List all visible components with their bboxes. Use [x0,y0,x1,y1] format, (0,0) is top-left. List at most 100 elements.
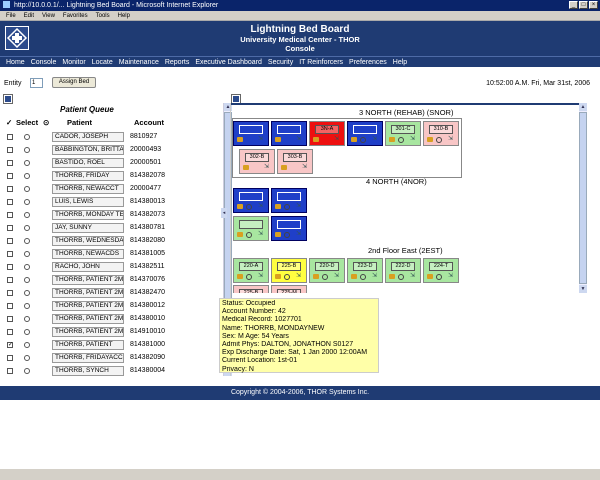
select-checkbox[interactable] [7,303,13,309]
select-checkbox[interactable] [7,212,13,218]
menu-edit[interactable]: Edit [24,11,34,20]
bed-tile[interactable]: 225-B⇲ [233,285,269,293]
select-radio[interactable] [24,290,30,296]
bed-tile[interactable]: 301-C ⇲ [385,121,421,146]
select-checkbox[interactable] [7,316,13,322]
bed-arrow-icon[interactable]: ⇲ [258,136,265,143]
select-checkbox[interactable] [7,251,13,257]
select-checkbox[interactable] [7,134,13,140]
bed-arrow-icon[interactable]: ⇲ [296,273,303,280]
patient-name-button[interactable]: BABBINGTON, BRITTANY [52,145,124,155]
patient-name-button[interactable]: LUIS, LEWIS [52,197,124,207]
close-icon[interactable]: × [589,1,598,9]
scroll-up-icon[interactable]: ▲ [579,103,587,111]
patient-name-button[interactable]: JAY, SUNNY [52,223,124,233]
bed-arrow-icon[interactable]: ⇲ [302,164,309,171]
patient-name-button[interactable]: THORRB, WEDNESDAY [52,236,124,246]
select-checkbox[interactable] [7,173,13,179]
select-radio[interactable] [24,329,30,335]
patient-name-button[interactable]: THORRB, PATIENT [52,340,124,350]
patient-name-button[interactable]: THORRB, PATIENT 2M [52,275,124,285]
select-radio[interactable] [24,303,30,309]
nav-monitor[interactable]: Monitor [59,59,88,66]
select-radio[interactable] [24,186,30,192]
patient-name-button[interactable]: RACHO, JOHN [52,262,124,272]
minimize-icon[interactable]: _ [569,1,578,9]
menu-tools[interactable]: Tools [96,11,110,20]
patient-name-button[interactable]: THORRB, PATIENT 2M [52,288,124,298]
select-checkbox[interactable] [7,290,13,296]
nav-maintenance[interactable]: Maintenance [116,59,162,66]
select-checkbox[interactable] [7,160,13,166]
bed-arrow-icon[interactable]: ⇲ [296,231,303,238]
bed-tile[interactable]: 302-B ⇲ [239,149,275,174]
nav-reports[interactable]: Reports [162,59,193,66]
expand-icon[interactable] [3,94,13,104]
select-radio[interactable] [24,199,30,205]
bed-tile[interactable]: ⇲ [233,188,269,213]
maximize-icon[interactable]: □ [579,1,588,9]
select-radio[interactable] [24,212,30,218]
bed-arrow-icon[interactable]: ⇲ [334,136,341,143]
patient-name-button[interactable]: THORRB, NEWACCT [52,184,124,194]
select-radio[interactable] [24,147,30,153]
select-checkbox[interactable]: ✓ [7,342,13,348]
bed-arrow-icon[interactable]: ⇲ [410,273,417,280]
nav-executive-dashboard[interactable]: Executive Dashboard [192,59,265,66]
bed-tile[interactable]: 224-T ⇲ [423,258,459,283]
bed-board-scrollbar[interactable]: ▲ ▼ [579,103,587,293]
bed-tile[interactable]: 225-B⇲ [271,258,307,283]
select-checkbox[interactable] [7,225,13,231]
bed-arrow-icon[interactable]: ⇲ [258,231,265,238]
bed-arrow-icon[interactable]: ⇲ [372,136,379,143]
bed-tile[interactable]: 3N-A ⇲ [309,121,345,146]
select-radio[interactable] [24,238,30,244]
bed-arrow-icon[interactable]: ⇲ [258,273,265,280]
scroll-thumb[interactable] [579,112,587,284]
bed-tile[interactable]: ⇲ [233,216,269,241]
bed-tile[interactable]: 222-D ⇲ [385,258,421,283]
menu-help[interactable]: Help [118,11,130,20]
bed-tile[interactable]: ⇲ [233,121,269,146]
bed-arrow-icon[interactable]: ⇲ [296,136,303,143]
nav-security[interactable]: Security [265,59,296,66]
assign-bed-button[interactable]: Assign Bed [52,77,96,88]
select-radio[interactable] [24,368,30,374]
bed-tile[interactable]: ⇲ [271,216,307,241]
patient-name-button[interactable]: THORRB, PATIENT 2M [52,327,124,337]
patient-name-button[interactable]: THORRB, MONDAY TEST [52,210,124,220]
select-radio[interactable] [24,160,30,166]
bed-tile[interactable]: ⇲ [347,121,383,146]
patient-name-button[interactable]: THORRB, FRIDAY [52,171,124,181]
nav-locate[interactable]: Locate [89,59,116,66]
select-radio[interactable] [24,316,30,322]
patient-name-button[interactable]: THORRB, PATIENT 2M [52,314,124,324]
select-checkbox[interactable] [7,199,13,205]
bed-arrow-icon[interactable]: ⇲ [296,203,303,210]
panel-splitter-handle[interactable]: ◂ [221,208,227,218]
select-checkbox[interactable] [7,277,13,283]
bed-tile[interactable]: 225-M⇲ [271,285,307,293]
menu-view[interactable]: View [42,11,55,20]
bed-arrow-icon[interactable]: ⇲ [448,136,455,143]
menu-favorites[interactable]: Favorites [63,11,88,20]
bed-tile[interactable]: 223-D ⇲ [347,258,383,283]
select-radio[interactable] [24,264,30,270]
scroll-down-icon[interactable]: ▼ [579,285,587,293]
select-checkbox[interactable] [7,238,13,244]
bed-arrow-icon[interactable]: ⇲ [448,273,455,280]
bed-arrow-icon[interactable]: ⇲ [258,203,265,210]
select-checkbox[interactable] [7,329,13,335]
menu-file[interactable]: File [6,11,16,20]
bed-tile[interactable]: ⇲ [271,188,307,213]
bed-arrow-icon[interactable]: ⇲ [334,273,341,280]
patient-name-button[interactable]: THORRB, PATIENT 2M [52,301,124,311]
select-radio[interactable] [24,355,30,361]
select-checkbox[interactable] [7,147,13,153]
entity-select[interactable]: 1 [30,78,43,88]
bed-arrow-icon[interactable]: ⇲ [372,273,379,280]
bed-tile[interactable]: ⇲ [271,121,307,146]
bed-arrow-icon[interactable]: ⇲ [410,136,417,143]
patient-name-button[interactable]: THORRB, SYNCH [52,366,124,376]
select-checkbox[interactable] [7,186,13,192]
